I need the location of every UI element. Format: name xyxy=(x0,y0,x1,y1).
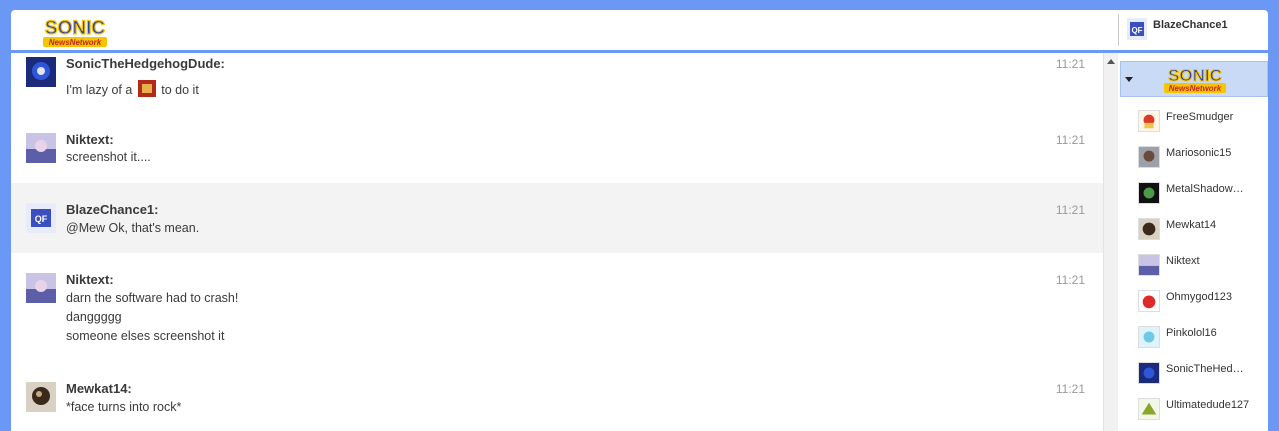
message-username[interactable]: Mewkat14: xyxy=(66,381,132,396)
svg-text:NewsNetwork: NewsNetwork xyxy=(1169,84,1222,93)
user-avatar xyxy=(1138,326,1160,348)
message-text: I'm lazy of a to do it xyxy=(66,80,199,97)
user-list-item[interactable]: Ohmygod123 xyxy=(1138,290,1268,314)
user-list-name: Ultimatedude127 xyxy=(1166,399,1250,411)
user-avatar xyxy=(1138,146,1160,168)
svg-text:SONIC: SONIC xyxy=(1168,66,1222,85)
svg-text:QF: QF xyxy=(1131,26,1142,35)
current-user-box[interactable]: QF BlazeChance1 xyxy=(1118,14,1269,46)
user-avatar xyxy=(1138,290,1160,312)
message-text: darn the software had to crash! xyxy=(66,291,239,305)
message-timestamp: 11:21 xyxy=(1055,203,1085,217)
scroll-up-arrow-icon[interactable] xyxy=(1107,59,1115,64)
collapse-triangle-icon[interactable] xyxy=(1125,77,1133,82)
user-avatar xyxy=(1138,110,1160,132)
message-text-part: to do it xyxy=(161,83,199,97)
user-avatar[interactable] xyxy=(26,382,56,412)
chat-message: QF BlazeChance1: 11:21 @Mew Ok, that's m… xyxy=(11,183,1103,253)
user-list-item[interactable]: FreeSmudger xyxy=(1138,110,1268,134)
message-username[interactable]: Niktext: xyxy=(66,272,114,287)
svg-text:SONIC: SONIC xyxy=(45,18,105,39)
user-list-item[interactable]: Niktext xyxy=(1138,254,1268,278)
message-username[interactable]: Niktext: xyxy=(66,132,114,147)
user-list-name: Mewkat14 xyxy=(1166,219,1217,231)
user-list-item[interactable]: Ultimatedude127 xyxy=(1138,398,1268,422)
user-avatar[interactable] xyxy=(26,57,56,87)
message-text: *face turns into rock* xyxy=(66,400,182,414)
user-avatar[interactable] xyxy=(26,133,56,163)
message-timestamp: 11:21 xyxy=(1055,57,1085,71)
message-text: screenshot it.... xyxy=(66,150,151,164)
chat-header: SONIC NewsNetwork QF BlazeChance1 xyxy=(11,10,1268,50)
user-list-item[interactable]: SonicTheHed… xyxy=(1138,362,1268,386)
user-list-name: Ohmygod123 xyxy=(1166,291,1233,303)
user-list-name: Niktext xyxy=(1166,255,1200,267)
emote-icon xyxy=(137,80,156,97)
user-list-item[interactable]: MetalShadow… xyxy=(1138,182,1268,206)
svg-text:NewsNetwork: NewsNetwork xyxy=(49,38,102,47)
user-list-name: Mariosonic15 xyxy=(1166,147,1232,159)
user-avatar[interactable] xyxy=(26,273,56,303)
chat-scrollbar[interactable] xyxy=(1103,53,1118,431)
user-avatar xyxy=(1138,218,1160,240)
user-list-rail: SONIC NewsNetwork FreeSmudger Mariosonic… xyxy=(1118,53,1268,431)
user-avatar[interactable]: QF xyxy=(26,203,56,233)
user-list-name: MetalShadow… xyxy=(1166,183,1244,195)
user-avatar xyxy=(1138,182,1160,204)
user-avatar xyxy=(1138,362,1160,384)
chat-message: Niktext: 11:21 screenshot it.... xyxy=(11,113,1103,183)
message-timestamp: 11:21 xyxy=(1055,273,1085,287)
chat-message: Mewkat14: 11:21 *face turns into rock* xyxy=(11,363,1103,431)
message-text-part: I'm lazy of a xyxy=(66,83,133,97)
user-list-name: Pinkolol16 xyxy=(1166,327,1217,339)
user-list-name: SonicTheHed… xyxy=(1166,363,1244,375)
user-avatar xyxy=(1138,398,1160,420)
user-list-item[interactable]: Mewkat14 xyxy=(1138,218,1268,242)
message-text: someone elses screenshot it xyxy=(66,329,225,343)
message-text: @Mew Ok, that's mean. xyxy=(66,221,200,235)
current-user-name: BlazeChance1 xyxy=(1153,19,1228,31)
chat-message: Niktext: 11:21 darn the software had to … xyxy=(11,253,1103,363)
message-username[interactable]: BlazeChance1: xyxy=(66,202,158,217)
chat-message-list[interactable]: SonicTheHedgehogDude: 11:21 I'm lazy of … xyxy=(11,53,1103,431)
message-timestamp: 11:21 xyxy=(1055,133,1085,147)
message-timestamp: 11:21 xyxy=(1055,382,1085,396)
svg-text:QF: QF xyxy=(35,214,48,224)
wiki-user-list-header[interactable]: SONIC NewsNetwork xyxy=(1120,61,1268,97)
user-list-item[interactable]: Pinkolol16 xyxy=(1138,326,1268,350)
current-user-avatar: QF xyxy=(1127,18,1147,40)
chat-message: SonicTheHedgehogDude: 11:21 I'm lazy of … xyxy=(11,53,1103,113)
message-username[interactable]: SonicTheHedgehogDude: xyxy=(66,56,225,71)
message-text: danggggg xyxy=(66,310,122,324)
user-list-name: FreeSmudger xyxy=(1166,111,1234,123)
sonic-news-network-logo[interactable]: SONIC NewsNetwork xyxy=(39,16,111,50)
user-avatar xyxy=(1138,254,1160,276)
user-list-item[interactable]: Mariosonic15 xyxy=(1138,146,1268,170)
sonic-news-network-logo: SONIC NewsNetwork xyxy=(1164,65,1226,93)
